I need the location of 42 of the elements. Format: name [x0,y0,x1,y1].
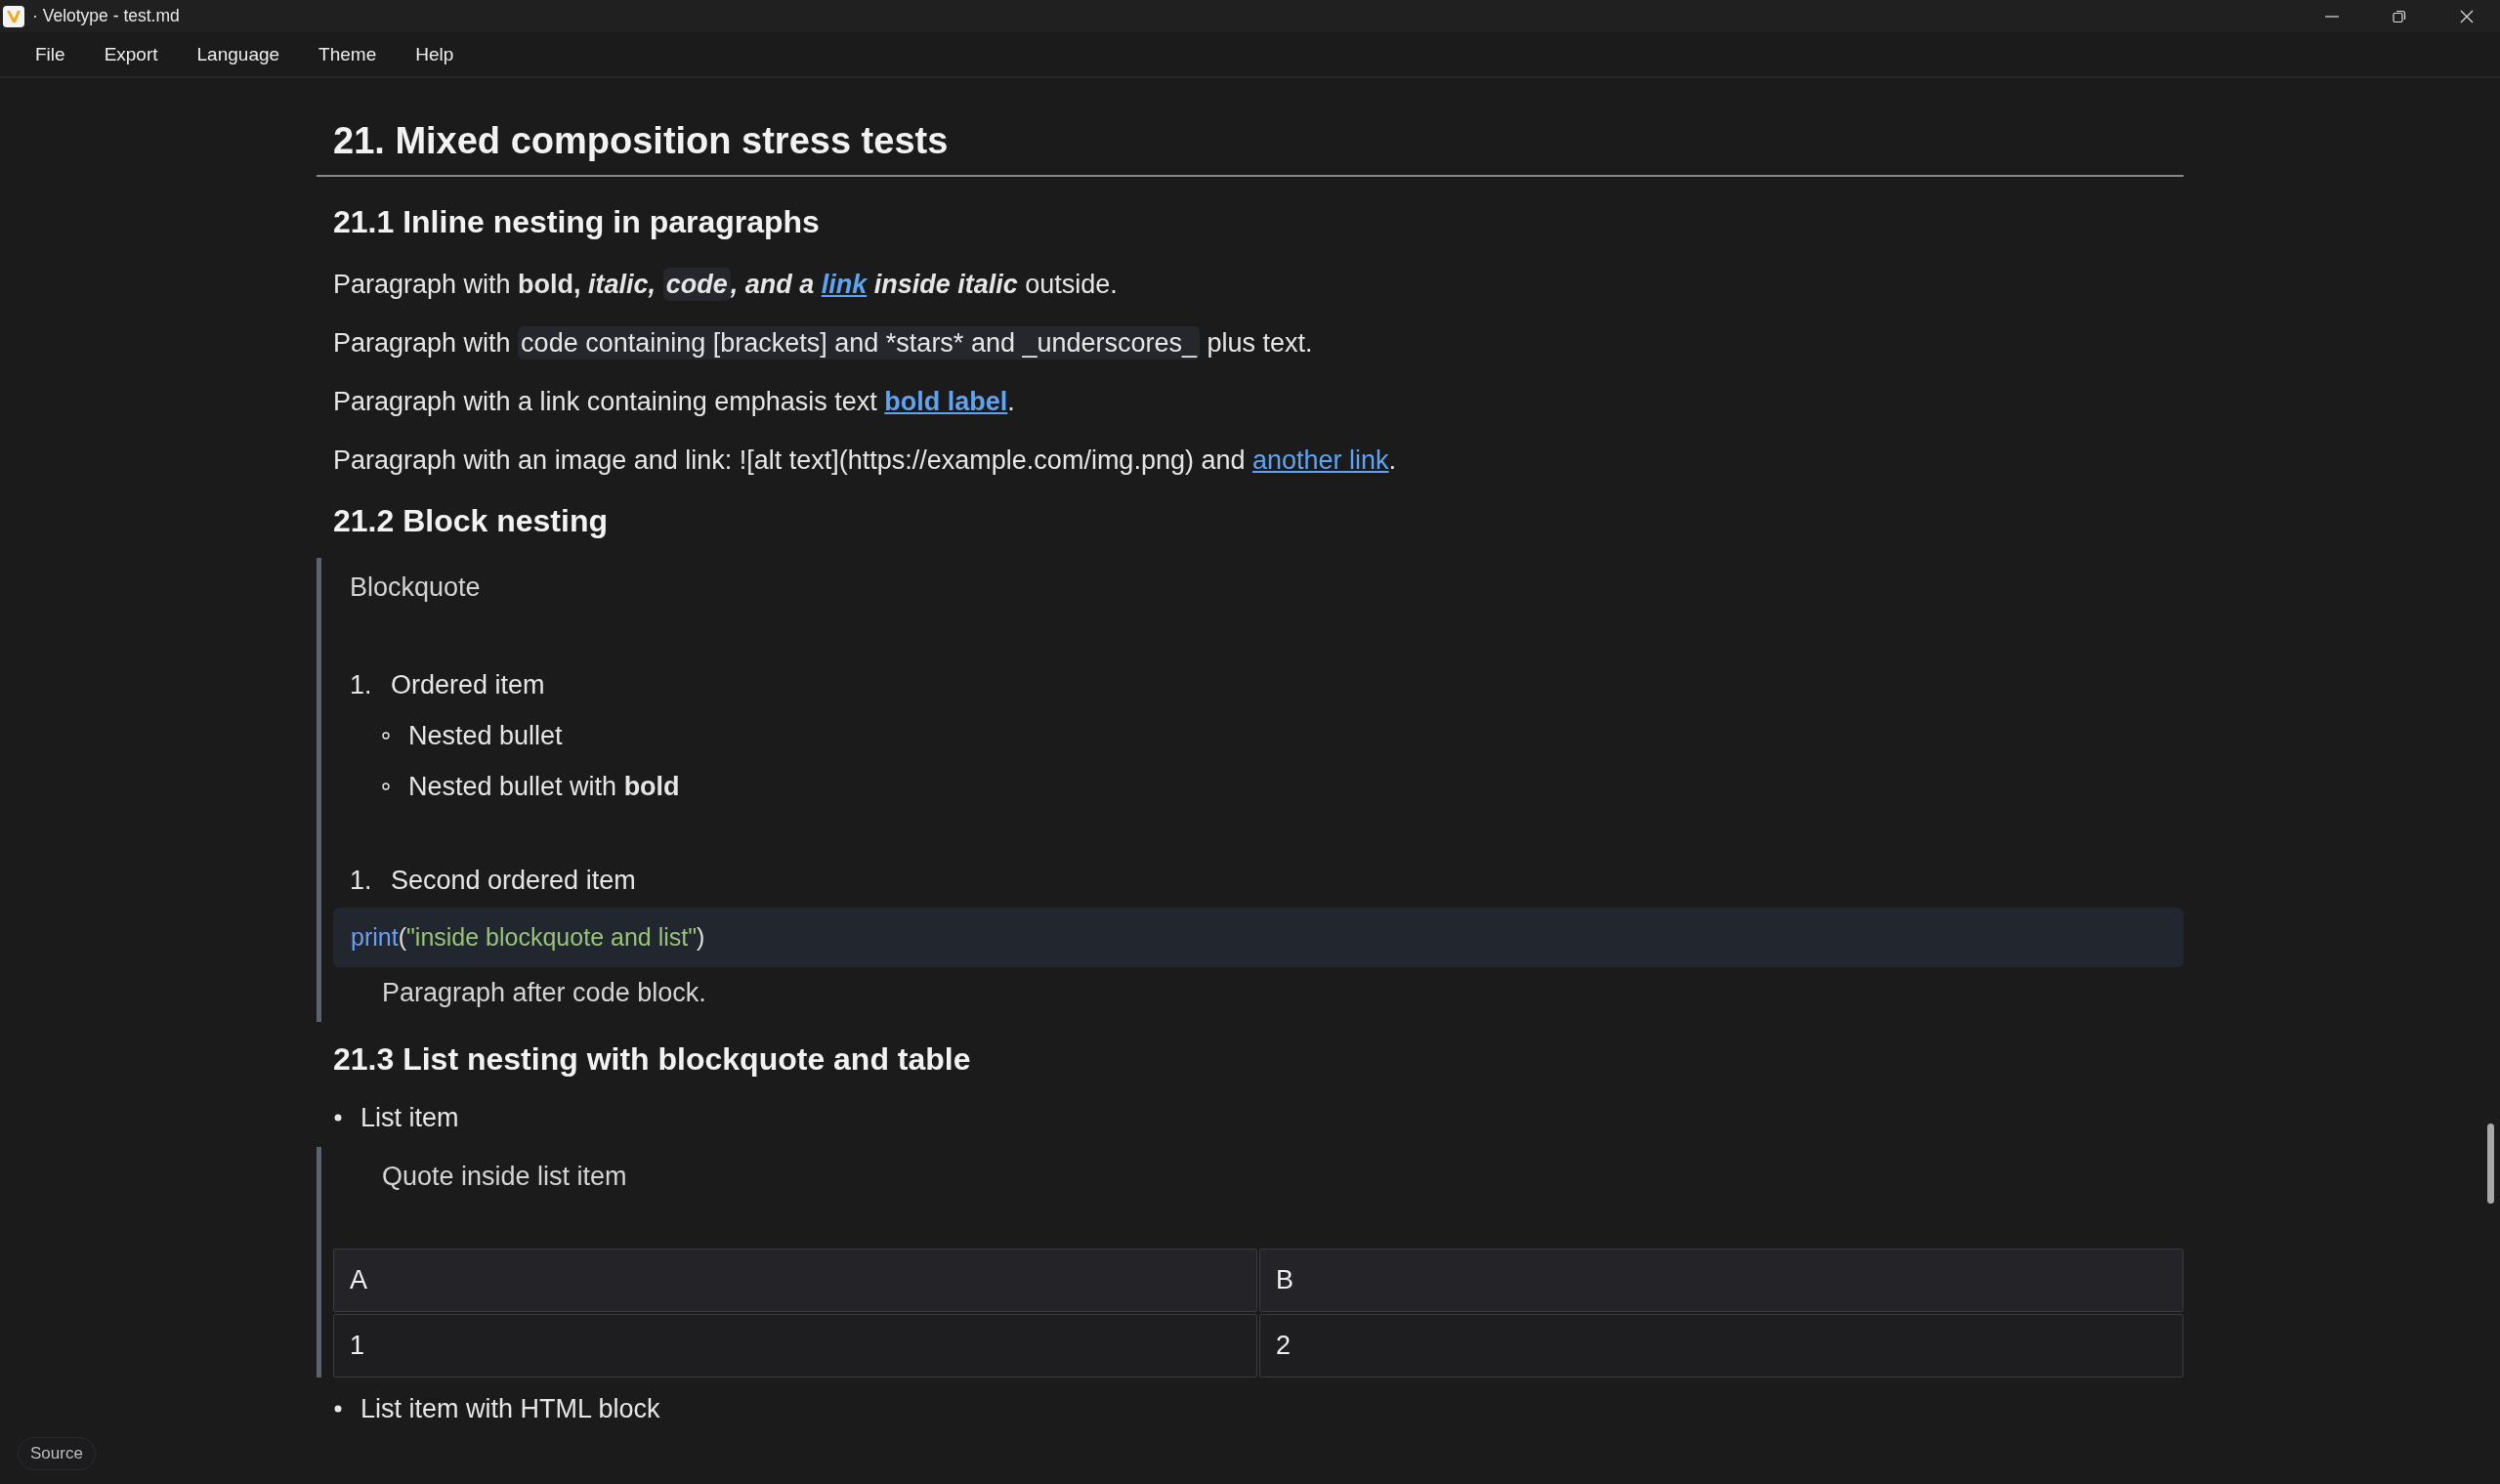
list-number: 1. [350,669,373,702]
list-item-text: List item with HTML block [360,1393,660,1426]
paragraph: Quote inside list item [381,1161,628,1194]
table-cell: 2 [1259,1314,2183,1378]
list-item-text: List item [360,1102,459,1135]
heading: 21. Mixed composition stress tests [317,117,2183,178]
menu-item[interactable]: Theme [309,37,387,71]
scrollbar-thumb[interactable] [2487,1124,2494,1204]
close-icon [2459,9,2474,23]
menu-item[interactable]: File [25,37,75,71]
heading: 21.3 List nesting with blockquote and table [332,1040,972,1080]
menu-item[interactable]: Language [187,37,290,71]
bullet-icon [333,1404,343,1415]
restore-icon [2392,9,2406,23]
bullet-icon [381,731,391,742]
table-cell: 1 [333,1314,1257,1378]
menu-item[interactable]: Export [94,37,168,71]
app-logo-icon [3,5,24,27]
table-header-cell: B [1259,1249,2183,1313]
link[interactable]: another link [1252,445,1389,476]
list-item-text: Nested bullet [408,720,563,753]
list-item-text: Ordered item [391,669,545,702]
menu-item[interactable]: Help [405,37,464,71]
list-item-text: Second ordered item [391,865,636,898]
minimize-icon [2324,15,2339,18]
heading: 21.2 Block nesting [332,502,609,541]
link[interactable]: bold label [884,387,1008,417]
code-block: print("inside blockquote and list") [333,908,2183,968]
list-item-text: Nested bullet with bold [408,771,680,804]
table-header-cell: A [333,1249,1257,1313]
link[interactable]: link [821,270,868,300]
window-title: · Velotype - test.md [32,6,181,26]
list-number: 1. [350,865,373,898]
paragraph: Paragraph with an image and link: ![alt text](https://example.com/img.png) and another link. [332,445,1398,478]
paragraph: Paragraph after code block. [381,977,707,1010]
paragraph: Paragraph with a link containing emphasis text bold label. [332,386,1016,419]
heading: 21.1 Inline nesting in paragraphs [332,203,821,242]
bullet-icon [333,1113,343,1124]
paragraph: Paragraph with bold, italic, code, and a link inside italic outside. [332,267,1119,304]
paragraph: Blockquote [349,572,482,605]
bullet-icon [381,782,391,792]
source-button[interactable]: Source [18,1437,96,1470]
